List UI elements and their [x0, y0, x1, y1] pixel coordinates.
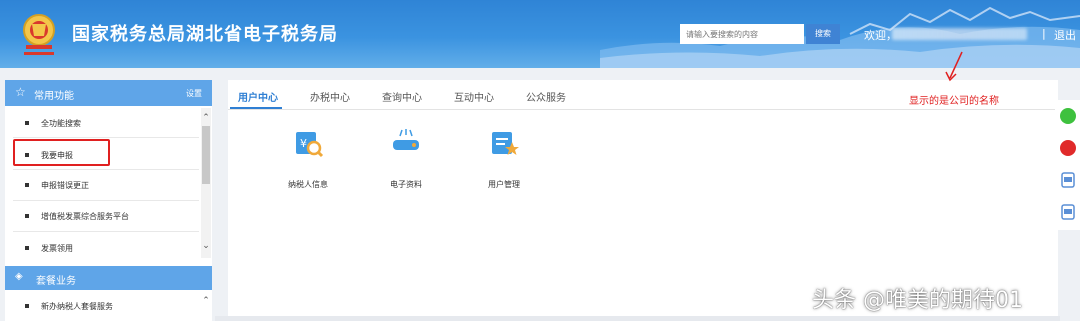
sidebar-scroll-thumb[interactable] [202, 126, 210, 184]
tab-interaction-center[interactable]: 互动中心 [454, 89, 494, 104]
active-tab-indicator [230, 107, 282, 109]
bullet-icon [25, 183, 29, 187]
func-label: 电子资料 [390, 180, 422, 189]
main-panel: 用户中心 办税中心 查询中心 互动中心 公众服务 显示的是公司的名称 ¥ 纳税人… [228, 51, 1058, 316]
func-label: 纳税人信息 [288, 180, 328, 189]
sidebar-item-label: 新办纳税人套餐服务 [41, 302, 113, 311]
sidebar-package-title: 套餐业务 [36, 276, 76, 287]
svg-text:¥: ¥ [300, 137, 307, 150]
sidebar-item-label: 发票领用 [41, 244, 73, 253]
sidebar-common-title: 常用功能 [34, 91, 74, 102]
sidebar-item-new-taxpayer-package[interactable]: 新办纳税人套餐服务 [5, 291, 201, 321]
header-separator: | [1042, 27, 1046, 40]
bullet-icon [25, 214, 29, 218]
search-input[interactable] [680, 24, 804, 44]
sidebar-header-package[interactable]: ◈ 套餐业务 [5, 266, 212, 290]
scroll-down-icon[interactable]: ⌄ [201, 241, 211, 251]
tab-user-center[interactable]: 用户中心 [238, 89, 278, 104]
wechat-icon[interactable] [1060, 108, 1076, 124]
star-icon: ☆ [15, 85, 26, 99]
tab-tax-center[interactable]: 办税中心 [310, 89, 350, 104]
header: 国家税务总局湖北省电子税务局 搜索 欢迎， | 退出 [0, 0, 1080, 68]
site-title: 国家税务总局湖北省电子税务局 [72, 24, 338, 45]
taxpayer-info-icon: ¥ [296, 132, 324, 158]
func-taxpayer-info[interactable]: ¥ 纳税人信息 [268, 126, 348, 190]
sidebar-item-invoice-collection[interactable]: 发票领用 [5, 233, 201, 263]
bullet-icon [25, 246, 29, 250]
func-electronic-docs[interactable]: 电子资料 [366, 126, 446, 190]
tax-emblem-logo [23, 14, 55, 55]
sidebar-settings-link[interactable]: 设置 [186, 88, 202, 99]
search-button[interactable]: 搜索 [806, 24, 840, 44]
app-icon[interactable] [1060, 204, 1076, 220]
divider [13, 137, 199, 138]
electronic-docs-icon [393, 129, 419, 150]
sidebar-item-label: 全功能搜索 [41, 119, 81, 128]
watermark: 头条 @唯美的期待01 [812, 288, 1023, 313]
logout-link[interactable]: 退出 [1054, 27, 1076, 43]
sidebar-item-label: 增值税发票综合服务平台 [41, 212, 129, 221]
scroll-up-icon[interactable]: ⌃ [201, 296, 211, 306]
horizontal-scrollbar[interactable] [215, 316, 1060, 321]
sidebar: ☆ 常用功能 设置 全功能搜索 我要申报 申报错误更正 增值税发票综合服务平台 … [5, 80, 212, 321]
scroll-up-icon[interactable]: ⌃ [201, 113, 211, 123]
sidebar-item-correction[interactable]: 申报错误更正 [5, 170, 201, 200]
company-name-blurred [892, 28, 1027, 40]
annotation-arrow-icon [945, 51, 963, 82]
func-label: 用户管理 [488, 180, 520, 189]
app-icon[interactable] [1060, 172, 1076, 188]
highlight-box [13, 139, 110, 166]
bullet-icon [25, 121, 29, 125]
bullet-icon [25, 304, 29, 308]
divider [13, 231, 199, 232]
tab-query-center[interactable]: 查询中心 [382, 89, 422, 104]
sidebar-header-common: ☆ 常用功能 设置 [5, 80, 212, 106]
sidebar-item-search-all[interactable]: 全功能搜索 [5, 108, 201, 138]
sidebar-item-label: 申报错误更正 [41, 181, 89, 190]
sidebar-item-vat-invoice-platform[interactable]: 增值税发票综合服务平台 [5, 201, 201, 231]
tab-public-service[interactable]: 公众服务 [526, 89, 566, 104]
annotation-text: 显示的是公司的名称 [909, 96, 999, 107]
user-management-icon [492, 132, 519, 155]
package-icon: ◈ [15, 271, 23, 282]
func-user-management[interactable]: 用户管理 [464, 126, 544, 190]
floating-share-bar [1055, 100, 1080, 230]
weibo-icon[interactable] [1060, 140, 1076, 156]
